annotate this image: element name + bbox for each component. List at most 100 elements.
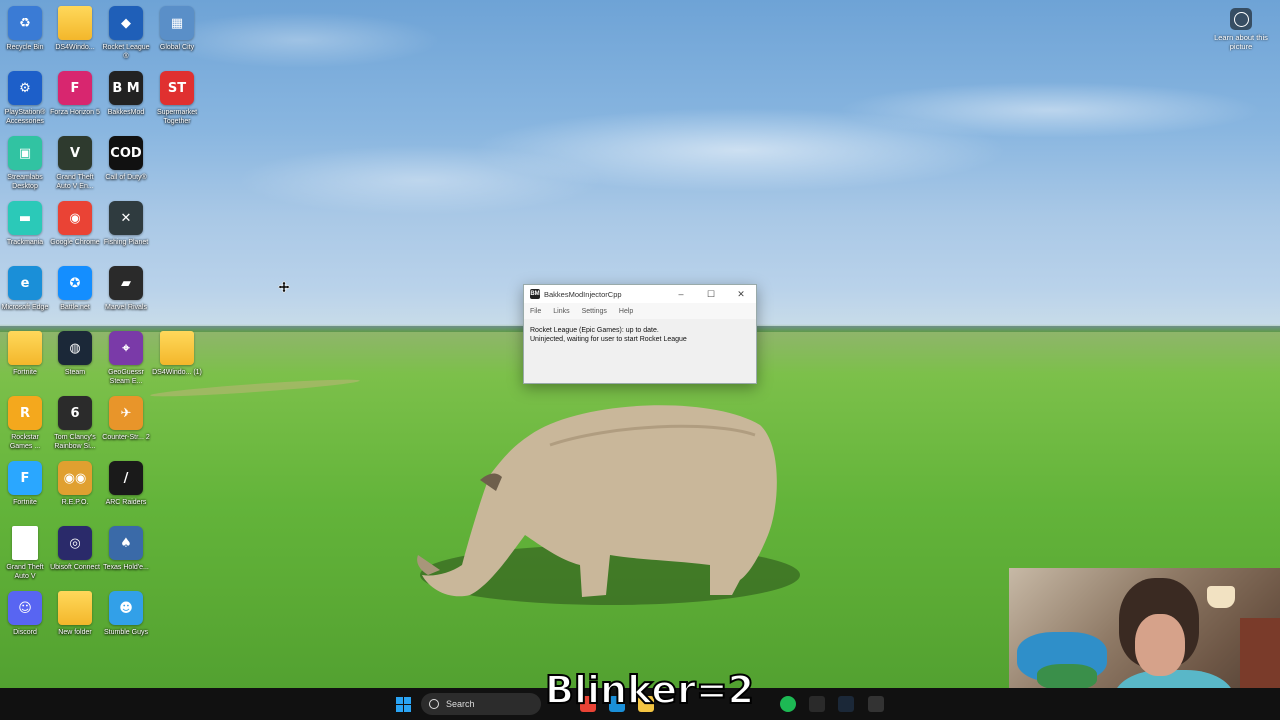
desktop-icon[interactable]: ▦ Global City [152,6,202,52]
app-icon: ▣ [8,136,42,170]
desktop-icon[interactable]: ◆ Rocket League ® [101,6,151,61]
app-icon: ▬ [8,201,42,235]
desktop-icon-label: Call of Duty® [105,174,147,181]
desktop-icon[interactable]: F Forza Horizon 5 [50,71,100,117]
bakkesmod-app-icon: BM [530,289,540,299]
desktop-icon-label: DS4Windo... (1) [152,369,202,376]
move-cursor-icon [278,281,290,293]
desktop-icon[interactable]: ◍ Steam [50,331,100,377]
desktop-icon-label: Microsoft Edge [1,304,49,311]
desktop-icon[interactable]: ✈ Counter-Str... 2 [101,396,151,442]
app-icon: ⚙ [8,71,42,105]
desktop-icon-label: Fortnite [13,369,37,376]
video-overlay-caption: Blinker=2 [544,667,755,713]
bakkesmod-taskbar-icon[interactable] [868,696,884,712]
desktop-icon[interactable]: ✪ Battle.net [50,266,100,312]
desktop-icon[interactable]: ◉ Google Chrome [50,201,100,247]
desktop-icon[interactable]: ♠ Texas Hold'e... [101,526,151,572]
desktop-icon[interactable]: Fortnite [0,331,50,377]
menu-links[interactable]: Links [553,308,569,315]
app-icon: F [58,71,92,105]
rhino-wallpaper-image [417,405,777,597]
maximize-button[interactable]: ☐ [696,285,726,303]
app-icon: B M [109,71,143,105]
status-area: Rocket League (Epic Games): up to date. … [524,319,756,351]
desktop-icon-label: Steam [64,369,86,376]
desktop-icon[interactable]: e Microsoft Edge [0,266,50,312]
plush-toy-green [1037,664,1097,690]
desktop-icon[interactable]: ▰ Marvel Rivals [101,266,151,312]
desktop-icon[interactable]: 6 Tom Clancy's Rainbow Si... [50,396,100,451]
app-icon: ◉ [58,201,92,235]
desktop-icon-label: ARC Raiders [105,499,147,506]
app-icon: ▰ [109,266,143,300]
app-icon: / [109,461,143,495]
desktop-icon-label: Forza Horizon 5 [50,109,100,116]
app-icon: ◆ [109,6,143,40]
app-icon: ⌖ [109,331,143,365]
desktop-icon[interactable]: F Fortnite [0,461,50,507]
app-icon: ♻ [8,6,42,40]
taskbar-search[interactable]: Search [421,693,541,715]
desktop-icon-label: BakkesMod [107,109,145,116]
app-icon: F [8,461,42,495]
spotify-taskbar-icon[interactable] [780,696,796,712]
desktop-icon-label: PlayStation® Accessories [4,109,46,125]
desktop-icon-label: Rockstar Games ... [9,434,41,450]
epic-taskbar-icon[interactable] [809,696,825,712]
desktop-icon[interactable]: ⚙ PlayStation® Accessories [0,71,50,126]
desktop-icon[interactable]: ✕ Fishing Planet [101,201,151,247]
app-icon: ♠ [109,526,143,560]
close-button[interactable]: ✕ [726,285,756,303]
desktop-icon[interactable]: COD Call of Duty® [101,136,151,182]
camera-icon [1230,8,1252,30]
desktop-icon[interactable]: ◉◉ R.E.P.O. [50,461,100,507]
app-icon: ▦ [160,6,194,40]
app-icon: ✕ [109,201,143,235]
menu-bar: File Links Settings Help [524,303,756,319]
desktop-icon-label: Discord [13,629,37,636]
desktop-icon-label: Texas Hold'e... [103,564,149,571]
menu-help[interactable]: Help [619,308,633,315]
desktop-icon[interactable]: ST Supermarket Together [152,71,202,126]
app-icon: ✈ [109,396,143,430]
app-icon: 6 [58,396,92,430]
learn-about-picture[interactable]: Learn about this picture [1213,8,1269,51]
desktop-icon[interactable]: ☺ Discord [0,591,50,637]
desktop-icon-label: Global City [159,44,195,51]
desktop-icon-label: Fortnite [13,499,37,506]
desktop-icon-label: Ubisoft Connect [50,564,100,571]
menu-file[interactable]: File [530,308,541,315]
desktop-icon[interactable]: ☻ Stumble Guys [101,591,151,637]
search-icon [429,699,439,709]
desktop-icon[interactable]: / ARC Raiders [101,461,151,507]
desktop-icon[interactable]: DS4Windo... [50,6,100,52]
desktop-icon[interactable]: R Rockstar Games ... [0,396,50,451]
desktop-icon[interactable]: V Grand Theft Auto V En... [50,136,100,191]
desktop-icon[interactable]: ⌖ GeoGuessr Steam E... [101,331,151,386]
menu-settings[interactable]: Settings [582,308,607,315]
app-icon: COD [109,136,143,170]
desktop-icon[interactable]: DS4Windo... (1) [152,331,202,377]
status-line-injection: Uninjected, waiting for user to start Ro… [530,336,687,343]
desktop-icon[interactable]: ♻ Recycle Bin [0,6,50,52]
desktop-icon[interactable]: B M BakkesMod [101,71,151,117]
desktop-icon-label: Supermarket Together [156,109,198,125]
desktop-icon[interactable]: Grand Theft Auto V [0,526,50,581]
desktop-icon-label: Counter-Str... 2 [102,434,150,441]
app-icon: ☻ [109,591,143,625]
app-icon: R [8,396,42,430]
bakkesmod-injector-window[interactable]: BM BakkesModInjectorCpp – ☐ ✕ File Links… [523,284,757,384]
desktop-icon[interactable]: New folder [50,591,100,637]
app-icon: ◉◉ [58,461,92,495]
desktop-icon[interactable]: ▬ Trackmania [0,201,50,247]
window-titlebar[interactable]: BM BakkesModInjectorCpp – ☐ ✕ [524,285,756,303]
app-icon: ◍ [58,331,92,365]
folder-icon [8,331,42,365]
windows-start-icon[interactable] [396,697,411,712]
desktop-icon[interactable]: ▣ Streamlabs Desktop [0,136,50,191]
steam-taskbar-icon[interactable] [838,696,854,712]
desktop-icon[interactable]: ◎ Ubisoft Connect [50,526,100,572]
dirt-path [149,376,361,400]
minimize-button[interactable]: – [666,285,696,303]
